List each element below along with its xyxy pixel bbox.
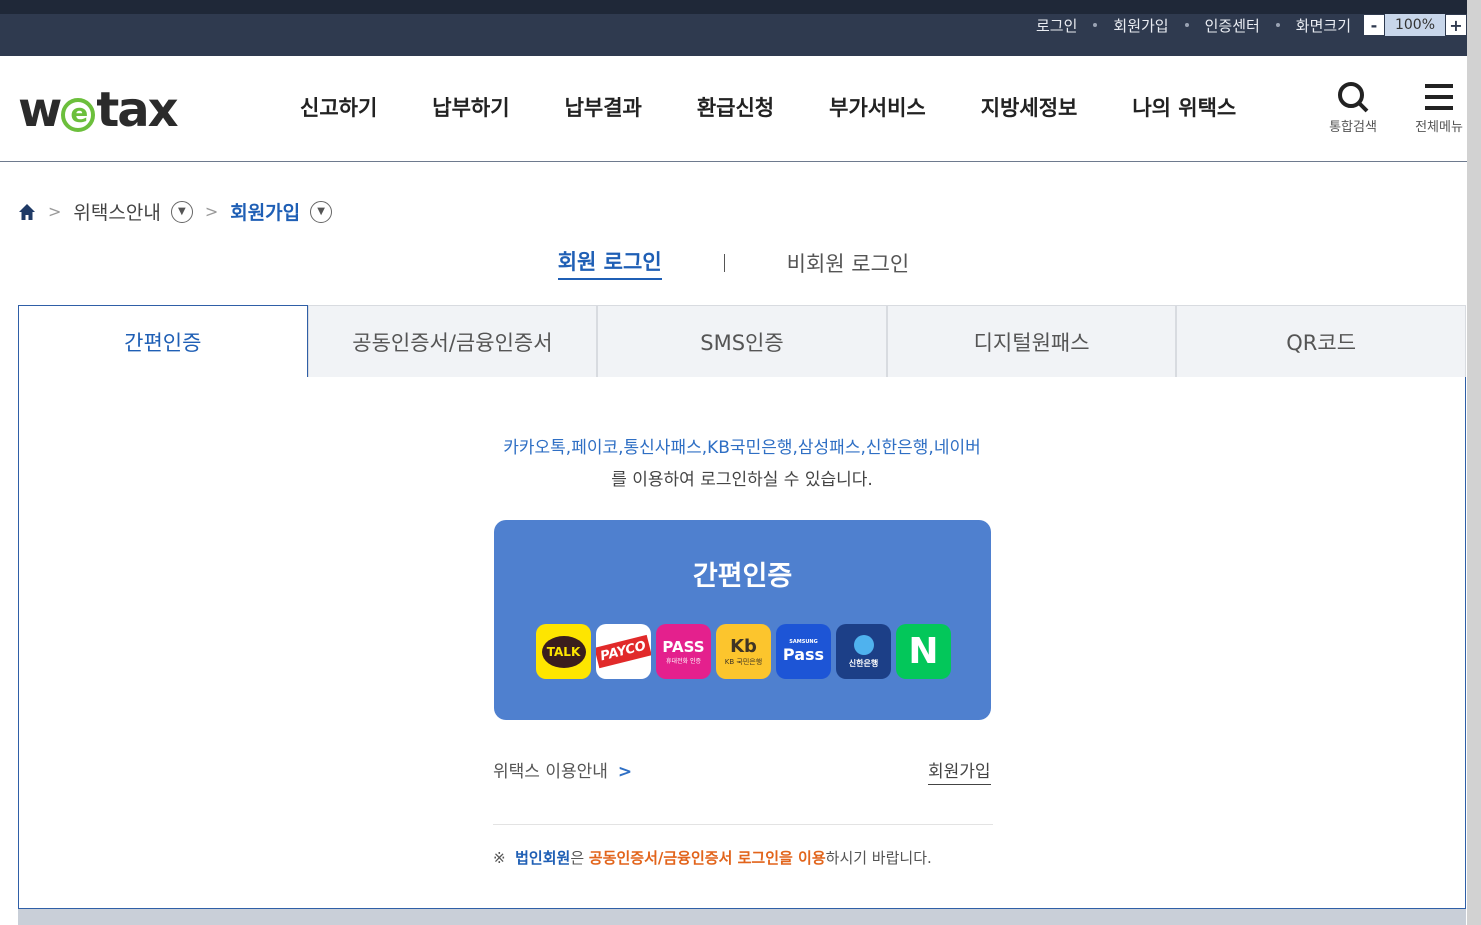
top-utility-bar: 로그인 회원가입 인증센터 화면크기 - 100% + [0,0,1481,56]
kb-text: Kb [730,636,757,657]
nav-pay[interactable]: 납부하기 [432,92,509,122]
breadcrumb-level1[interactable]: 위택스안내 [73,198,160,225]
tab-divider [723,254,725,272]
simple-auth-panel: 카카오톡,페이코,통신사패스,KB국민은행,삼성패스,신한은행,네이버 를 이용… [18,377,1466,909]
payco-text: PAYCO [596,634,651,669]
separator-dot [1275,23,1280,27]
notice-certificate: 공동인증서/금융인증서 로그인을 이용 [588,849,826,867]
integrated-search-button[interactable]: 통합검색 [1318,80,1388,135]
tab-joint-certificate[interactable]: 공동인증서/금융인증서 [307,305,598,377]
cert-center-link[interactable]: 인증센터 [1203,15,1262,36]
shinhan-bank-icon: 신한은행 [836,624,891,679]
shinhan-text: 신한은행 [848,658,879,668]
corporate-notice: ※ 법인회원은 공동인증서/금융인증서 로그인을 이용하시기 바랍니다. [493,847,932,868]
home-icon[interactable] [18,203,36,221]
tab-sms-auth[interactable]: SMS인증 [597,305,887,377]
screen-size-label: 화면크기 [1295,16,1351,35]
all-menu-button[interactable]: 전체메뉴 [1404,80,1474,135]
nav-local-tax-info[interactable]: 지방세정보 [981,92,1078,122]
logo-e-circle: e [61,98,96,132]
pass-icon: PASS 휴대전화 인증 [656,624,711,679]
nav-my-wetax[interactable]: 나의 위택스 [1132,92,1236,122]
providers-description: 카카오톡,페이코,통신사패스,KB국민은행,삼성패스,신한은행,네이버 [503,438,981,458]
tab-simple-auth[interactable]: 간편인증 [18,305,308,378]
shinhan-symbol [853,634,874,655]
separator-dot [1093,23,1098,27]
top-strip [0,0,1481,14]
divider [493,824,993,825]
pass-text: PASS [662,638,705,656]
chevron-down-icon[interactable]: ▼ [310,200,333,223]
search-label: 통합검색 [1329,120,1377,135]
notice-mid: 은 [570,849,589,867]
kb-sub: KB 국민은행 [724,658,763,666]
wetax-guide-link[interactable]: 위택스 이용안내 > [493,757,632,782]
breadcrumb: > 위택스안내 ▼ > 회원가입 ▼ [18,198,333,225]
kb-bank-icon: Kb KB 국민은행 [716,624,771,679]
login-link[interactable]: 로그인 [1034,15,1079,36]
chevron-right-icon: > [48,202,62,221]
separator-dot [1184,23,1189,27]
chevron-down-icon[interactable]: ▼ [170,200,193,223]
login-description: 를 이용하여 로그인하실 수 있습니다. [611,470,873,490]
nav-pay-result[interactable]: 납부결과 [565,92,642,122]
tab-qr-code[interactable]: QR코드 [1176,305,1466,377]
guide-label: 위택스 이용안내 [493,762,608,782]
main-content: > 위택스안내 ▼ > 회원가입 ▼ 회원 로그인 비회원 로그인 간편인증 공… [0,162,1467,925]
panel-bottom-strip [18,909,1466,925]
notice-corporate: 법인회원 [515,849,571,867]
notice-mark: ※ [493,849,506,867]
signup-button[interactable]: 회원가입 [928,757,991,785]
nav-refund[interactable]: 환급신청 [697,92,774,122]
simple-auth-button[interactable]: 간편인증 TALK PAYCO PASS 휴대전화 인증 Kb KB 국민은행 SA… [494,520,991,720]
zoom-value: 100% [1385,14,1445,36]
wetax-logo[interactable]: w e tax [18,82,179,138]
samsung-pass-text: Pass [782,645,825,664]
login-type-tabs: 회원 로그인 비회원 로그인 [0,246,1467,280]
zoom-in-button[interactable]: + [1445,14,1467,36]
simple-auth-title: 간편인증 [692,561,793,592]
notice-tail: 하시기 바랍니다. [825,849,932,867]
tab-member-login[interactable]: 회원 로그인 [557,246,662,280]
site-header: w e tax 신고하기 납부하기 납부결과 환급신청 부가서비스 지방세정보 나의… [0,56,1467,162]
pass-sub: 휴대전화 인증 [665,658,702,665]
kakaotalk-icon: TALK [536,624,591,679]
top-links: 로그인 회원가입 인증센터 화면크기 [1034,14,1353,36]
tab-non-member-login[interactable]: 비회원 로그인 [787,248,910,278]
logo-w: w [18,82,62,138]
search-icon [1338,82,1369,113]
hamburger-icon [1425,84,1453,110]
kakao-text: TALK [541,635,586,668]
samsung-pass-icon: SAMSUNG Pass [776,624,831,679]
chevron-right-icon: > [204,202,219,221]
nav-extra-service[interactable]: 부가서비스 [829,92,926,122]
naver-icon: N [896,624,951,679]
provider-icons: TALK PAYCO PASS 휴대전화 인증 Kb KB 국민은행 SAMSUNG… [536,624,956,679]
nav-report[interactable]: 신고하기 [300,92,377,122]
breadcrumb-current[interactable]: 회원가입 [230,198,300,225]
payco-icon: PAYCO [596,624,651,679]
zoom-out-button[interactable]: - [1363,14,1385,36]
scrollbar[interactable] [1467,0,1481,925]
logo-tax: tax [96,82,178,138]
naver-text: N [908,631,939,672]
zoom-control: - 100% + [1363,14,1467,36]
chevron-right-icon: > [617,762,633,782]
tab-digital-onepass[interactable]: 디지털원패스 [886,305,1177,377]
signup-link[interactable]: 회원가입 [1111,15,1170,36]
all-menu-label: 전체메뉴 [1415,120,1463,135]
main-navigation: 신고하기 납부하기 납부결과 환급신청 부가서비스 지방세정보 나의 위택스 [300,92,1291,122]
auth-method-tabs: 간편인증 공동인증서/금융인증서 SMS인증 디지털원패스 QR코드 [18,305,1466,378]
